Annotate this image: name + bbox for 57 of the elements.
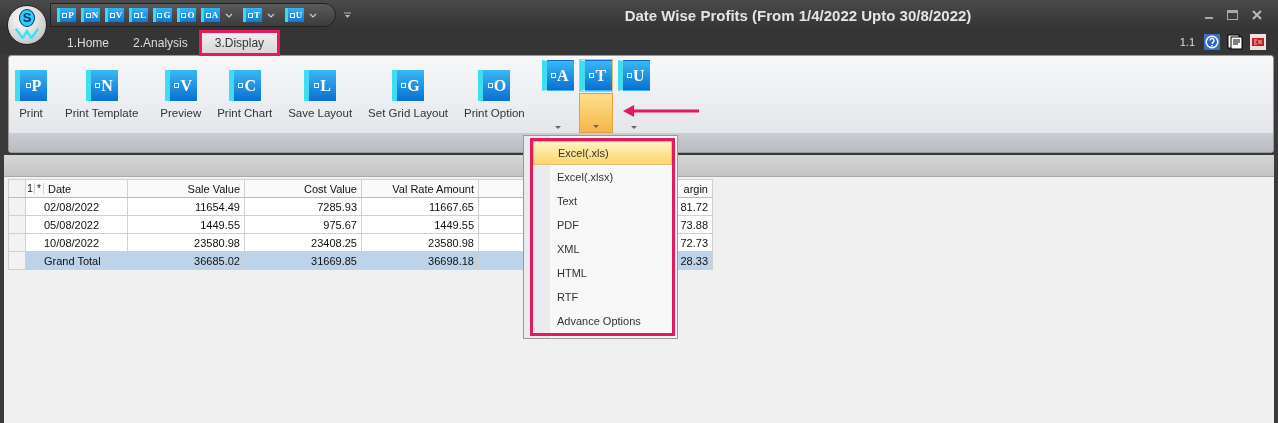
ribbon-button[interactable]: O Print Option [460,60,529,119]
document-icon[interactable] [1227,34,1243,50]
ribbon-button[interactable]: V Preview [156,60,206,119]
column-header[interactable]: argin [683,182,708,195]
app-logo[interactable]: S [7,5,47,45]
table-cell: 1449.55 [200,218,240,231]
ribbon-button[interactable]: G Set Grid Layout [364,60,452,119]
table-cell: 05/08/2022 [44,218,100,231]
menu-item[interactable]: Excel(.xlsx) [533,165,672,189]
menu-item[interactable]: HTML [533,261,672,285]
table-cell: 31669.85 [311,254,357,267]
table-cell: 7285.93 [317,200,357,213]
help-icon[interactable] [1204,34,1220,50]
table-cell: 10/08/2022 [44,236,100,249]
ribbon-button[interactable]: N Print Template [61,60,143,119]
table-cell: 23580.98 [194,236,240,249]
header-mark[interactable]: * [35,183,44,194]
ribbon-tab[interactable]: 2.Analysis [122,32,199,54]
caret-icon [592,125,599,128]
menu-item[interactable]: Text [533,189,672,213]
maximize-button[interactable] [1227,10,1238,20]
ribbon-tab[interactable]: 1.Home [56,32,121,54]
column-header[interactable]: Date [44,182,72,195]
ribbon-button[interactable]: C Print Chart [213,60,277,119]
table-cell: 975.67 [323,218,357,231]
menu-item[interactable]: PDF [533,213,672,237]
caret-icon[interactable] [225,12,233,18]
close-button[interactable] [1252,10,1262,20]
table-cell: 11667.65 [428,200,474,213]
menu-item[interactable]: Advance Options [533,309,672,333]
table-cell: 73.88 [680,218,708,231]
version-label: 1.1 [1179,36,1195,48]
table-cell: 23580.98 [428,236,474,249]
table-cell: Grand Total [44,254,101,267]
caret-icon[interactable] [267,12,275,18]
table-cell: 36685.02 [194,254,240,267]
table-cell: 23408.25 [311,236,357,249]
table-cell: 36698.18 [428,254,474,267]
caret-icon [630,126,637,129]
caret-icon [554,126,561,129]
table-cell: 28.33 [680,254,708,267]
table-cell: 02/08/2022 [44,200,100,213]
caret-icon[interactable] [309,12,317,18]
menu-item[interactable]: RTF [533,285,672,309]
table-cell: 72.73 [680,236,708,249]
window-title: Date Wise Profits (From 1/4/2022 Upto 30/8/2022) [623,6,973,24]
customize-icon[interactable] [344,11,351,19]
ribbon-tab[interactable]: 3.Display [200,32,279,54]
table-cell: 1449.55 [434,218,474,231]
ribbon-button[interactable]: P Print [13,60,51,119]
header-mark[interactable]: 1 [26,183,35,194]
table-cell: 81.72 [680,200,708,213]
menu-item[interactable]: Excel(.xls) [533,141,672,165]
exit-icon[interactable] [1250,34,1266,50]
menu-item[interactable]: XML [533,237,672,261]
table-cell: 11654.49 [194,200,240,213]
ribbon-button[interactable]: L Save Layout [284,60,357,119]
